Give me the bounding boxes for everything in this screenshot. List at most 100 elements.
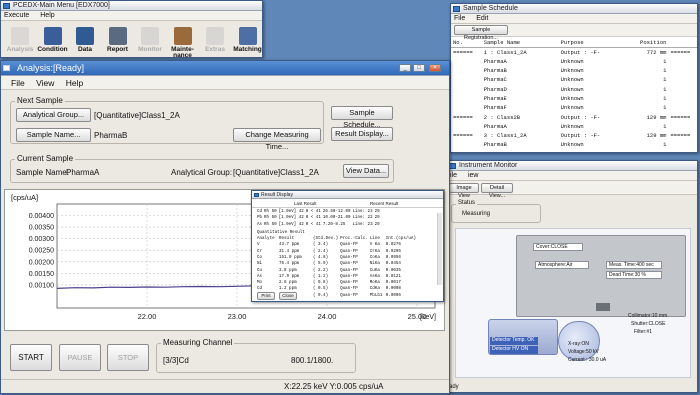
schedule-row[interactable]: PharmaB Unknown 1 — [451, 66, 697, 75]
print-button[interactable]: Print — [257, 292, 275, 300]
extras-icon — [206, 27, 224, 45]
schedule-row[interactable]: ====== 2 : Class2B Output : -F- 129 mm =====… — [451, 112, 697, 121]
analysis-titlebar[interactable]: Analysis:[Ready] _ □ × — [1, 61, 449, 76]
toolbar-monitor-button[interactable]: Monitor — [133, 24, 167, 57]
analysis-menu-view[interactable]: View — [36, 78, 54, 88]
current-label: Current : 30.0 uA — [568, 357, 607, 363]
schedule-row[interactable]: PharmaA Unknown 1 — [451, 57, 697, 66]
menu-execute[interactable]: Execute — [4, 12, 29, 19]
analysis-menu-help[interactable]: Help — [66, 78, 83, 88]
measuring-time-value: 800.1/1800. — [291, 356, 334, 365]
schedule-cell: Output : -F- — [560, 113, 601, 121]
schedule-cell: PharmaB — [483, 141, 507, 149]
tab-detail-view[interactable]: Detail View... — [481, 183, 513, 199]
close-button[interactable]: × — [429, 64, 441, 72]
main-menu-titlebar[interactable]: PCEDX-Main Menu [EDX7000] — [1, 1, 262, 11]
change-measuring-time-button[interactable]: Change Measuring Time... — [233, 128, 321, 151]
schedule-cell — [451, 57, 482, 66]
view-data-button[interactable]: View Data... — [343, 164, 389, 178]
schedule-cell — [451, 122, 482, 131]
instrument-titlebar[interactable]: Instrument Monitor — [447, 161, 697, 171]
current-sample-title: Current Sample — [15, 154, 76, 163]
schedule-cell: 129 mm — [646, 132, 667, 140]
toolbar-report-button[interactable]: Report — [101, 24, 135, 57]
schedule-menu-edit[interactable]: Edit — [476, 15, 488, 22]
schedule-cell — [668, 75, 697, 84]
stop-button[interactable]: STOP — [107, 344, 149, 371]
instrument-menu-view[interactable]: iew — [468, 172, 479, 179]
sample-name-button[interactable]: Sample Name... — [16, 128, 91, 142]
result-cell: 7.20-8.25 — [322, 222, 346, 227]
toolbar-extras-button[interactable]: Extras — [198, 24, 232, 57]
toolbar-matching-button[interactable]: Matching — [231, 24, 263, 57]
result-cell: PbLb1 — [369, 293, 383, 298]
toolbar-data-button[interactable]: Data — [68, 24, 102, 57]
toolbar-analysis-button[interactable]: Analysis — [3, 24, 37, 57]
dead-time-label: Dead Time:30 % — [606, 271, 662, 279]
schedule-cell: Unknown — [560, 104, 584, 112]
result-section-title: Quantitative Result — [257, 230, 305, 235]
next-sample-title: Next Sample — [15, 96, 65, 105]
menu-help[interactable]: Help — [40, 12, 54, 19]
instrument-title: Instrument Monitor — [459, 162, 518, 169]
schedule-row[interactable]: PharmaB Unknown 1 — [451, 140, 697, 149]
report-icon — [108, 27, 127, 45]
analysis-menu-file[interactable]: File — [11, 78, 25, 88]
toolbar-label: Monitor — [138, 46, 162, 53]
result-close-button[interactable]: Close — [279, 292, 297, 300]
schedule-row[interactable]: ====== 1 : Class1_2A Output : -F- 772 mm ===… — [451, 47, 697, 56]
app-icon — [3, 3, 10, 9]
schedule-titlebar[interactable]: Sample Schedule — [451, 4, 697, 14]
tab-last-result[interactable]: Last Result — [294, 201, 317, 206]
status-group: Status Measuring — [451, 200, 541, 223]
schedule-cell: Unknown — [560, 141, 584, 149]
result-scrollbar[interactable] — [437, 213, 442, 285]
sample-schedule-button[interactable]: Sample Schedule... — [331, 106, 393, 129]
result-display-button[interactable]: Result Display... — [331, 127, 393, 141]
result-cell: [1.0eV] 42 — [278, 222, 304, 227]
result-cell: 0.0006 — [385, 293, 401, 298]
collimator-label: Collimator:10 mm — [628, 313, 668, 319]
detector-temp-label: Detector Temp. OK — [490, 337, 538, 345]
toolbar-condition-button[interactable]: Condition — [36, 24, 70, 57]
status-group-title: Status — [456, 200, 478, 206]
sample-registration-button[interactable]: Sample Registration... — [454, 25, 508, 41]
next-sample-group: Next Sample Analytical Group... [Quantit… — [10, 96, 324, 151]
minimize-button[interactable]: _ — [399, 64, 411, 72]
schedule-cell: 3 : Class1_2A — [483, 132, 527, 140]
schedule-cell: 129 mm — [646, 113, 667, 121]
x-tick-label: 23.00 — [228, 312, 247, 321]
analysis-menubar: File View Help — [1, 76, 449, 90]
schedule-row[interactable]: ====== 3 : Class1_2A Output : -F- 129 mm ===… — [451, 131, 697, 140]
toolbar-label: Report — [107, 46, 128, 53]
schedule-cell: PharmaC — [483, 76, 507, 84]
schedule-cell: Unknown — [560, 67, 584, 75]
voltage-label: Voltage:50 kV — [568, 349, 599, 355]
tab-recent-result[interactable]: Recent Result — [370, 201, 398, 206]
schedule-header-purpose[interactable]: Purpose — [559, 38, 625, 47]
schedule-cell: PharmaD — [483, 85, 507, 93]
coordinate-readout: X:22.25 keV Y:0.005 cps/uA — [284, 382, 384, 391]
schedule-row[interactable]: PharmaA Unknown 1 — [451, 122, 697, 131]
result-titlebar[interactable]: Result Display — [252, 191, 443, 199]
maximize-button[interactable]: □ — [413, 64, 425, 72]
schedule-menu-file[interactable]: File — [454, 15, 465, 22]
start-button[interactable]: START — [10, 344, 52, 371]
schedule-row[interactable]: PharmaE Unknown 1 — [451, 94, 697, 103]
schedule-row[interactable]: PharmaF Unknown 1 — [451, 103, 697, 112]
pause-button[interactable]: PAUSE — [59, 344, 101, 371]
analytical-group-button[interactable]: Analytical Group... — [16, 108, 91, 122]
schedule-row[interactable]: PharmaC Unknown 1 — [451, 75, 697, 84]
toolbar-maintenance-button[interactable]: Mainte- nance — [166, 24, 200, 57]
tab-image-view[interactable]: Image View — [449, 183, 479, 199]
schedule-cell — [451, 75, 482, 84]
toolbar-label: Extras — [205, 46, 225, 53]
schedule-cell — [451, 140, 482, 149]
schedule-cell: 1 — [663, 122, 667, 130]
measuring-channel-group: Measuring Channel [3/3]Cd 800.1/1800. — [156, 338, 356, 373]
schedule-row[interactable]: PharmaD Unknown 1 — [451, 84, 697, 93]
x-tick-label: 24.00 — [318, 312, 337, 321]
schedule-header-position[interactable]: Position — [625, 38, 669, 47]
instrument-menu-file[interactable]: ile — [450, 172, 457, 179]
schedule-cell: Unknown — [560, 122, 584, 130]
